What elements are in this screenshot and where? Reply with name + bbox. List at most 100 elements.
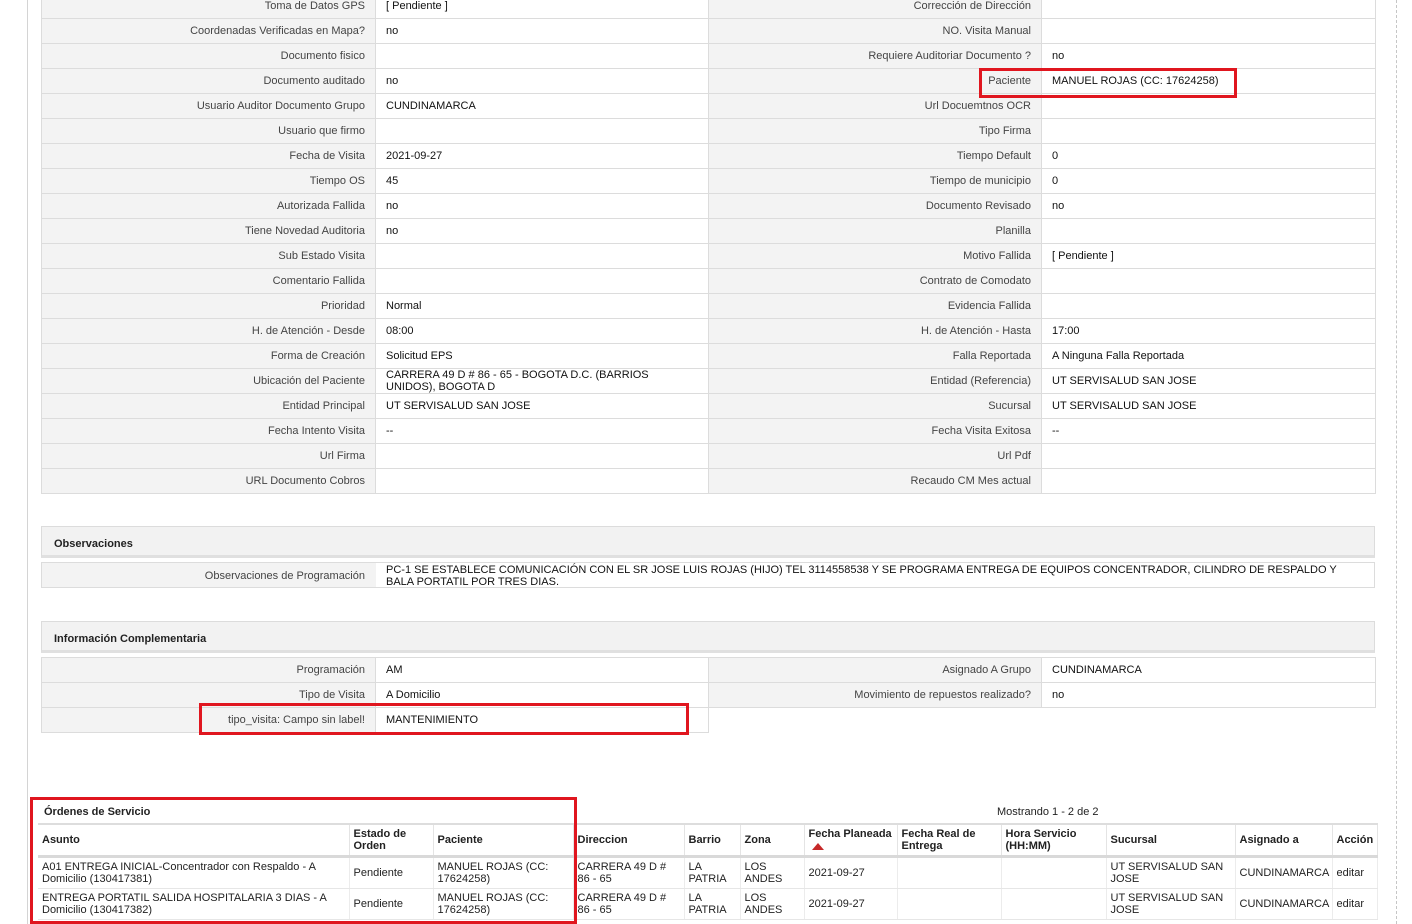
label-autorizada-fallida: Autorizada Fallida — [41, 193, 376, 219]
detail-row: Prioridad Normal Evidencia Fallida — [41, 293, 1376, 319]
detail-row: Autorizada Fallida no Documento Revisado no — [41, 193, 1376, 219]
cell-fecha-planeada: 2021-09-27 — [804, 856, 898, 889]
detail-row: Ubicación del Paciente CARRERA 49 D # 86 … — [41, 368, 1376, 394]
detail-row: Tiempo OS 45 Tiempo de municipio 0 — [41, 168, 1376, 194]
label-tiempo-default: Tiempo Default — [708, 143, 1042, 169]
edit-link[interactable]: editar — [1332, 888, 1378, 920]
column-header-label: Barrio — [688, 834, 721, 846]
cell-fecha-real-de-entrega — [897, 856, 1002, 889]
info-complementaria-header: Información Complementaria — [41, 621, 1375, 653]
detail-row: Fecha Intento Visita -- Fecha Visita Exito… — [41, 418, 1376, 444]
label-tiempo-os: Tiempo OS — [41, 168, 376, 194]
label-fecha-de-visita: Fecha de Visita — [41, 143, 376, 169]
label-sucursal: Sucursal — [708, 393, 1042, 419]
value-entidad-principal: UT SERVISALUD SAN JOSE — [375, 393, 709, 419]
detail-row: Sub Estado Visita Motivo Fallida[ Pendien… — [41, 243, 1376, 269]
value-movimiento-de-repuestos-realizado: no — [1041, 682, 1376, 708]
value-planilla — [1041, 218, 1376, 244]
column-header-asignado-a[interactable]: Asignado a — [1235, 823, 1333, 858]
value-h-de-atencion-desde: 08:00 — [375, 318, 709, 344]
detail-row: Entidad Principal UT SERVISALUD SAN JOSE S… — [41, 393, 1376, 419]
label-requiere-auditoriar-documento: Requiere Auditoriar Documento ? — [708, 43, 1042, 69]
label-toma-de-datos-gps: Toma de Datos GPS — [41, 0, 376, 19]
column-header-barrio[interactable]: Barrio — [684, 823, 741, 858]
sort-ascending-icon[interactable] — [811, 842, 824, 850]
label-correccion-de-direccion: Corrección de Dirección — [708, 0, 1042, 19]
label-entidad-referencia: Entidad (Referencia) — [708, 368, 1042, 394]
cell-fecha-planeada: 2021-09-27 — [804, 888, 898, 920]
value-tiempo-default: 0 — [1041, 143, 1376, 169]
value-fecha-visita-exitosa: -- — [1041, 418, 1376, 444]
value-url-pdf — [1041, 443, 1376, 469]
column-header-fecha-real-de-entrega[interactable]: Fecha Real de Entrega — [897, 823, 1002, 858]
column-header-label: Fecha Real de Entrega — [901, 828, 976, 852]
value-forma-de-creacion: Solicitud EPS — [375, 343, 709, 369]
label-fecha-intento-visita: Fecha Intento Visita — [41, 418, 376, 444]
value-motivo-fallida: [ Pendiente ] — [1041, 243, 1376, 269]
column-header-accion[interactable]: Acción — [1332, 823, 1378, 858]
value-autorizada-fallida: no — [375, 193, 709, 219]
label-documento-fisico: Documento fisico — [41, 43, 376, 69]
column-header-hora-servicio-hh-mm[interactable]: Hora Servicio (HH:MM) — [1001, 823, 1107, 858]
label-tiene-novedad-auditoria: Tiene Novedad Auditoria — [41, 218, 376, 244]
observaciones-row: Observaciones de Programación PC-1 SE ES… — [41, 562, 1375, 588]
value-url-firma — [375, 443, 709, 469]
column-header-direccion[interactable]: Direccion — [573, 823, 685, 858]
cell-fecha-real-de-entrega — [897, 888, 1002, 920]
label-movimiento-de-repuestos-realizado: Movimiento de repuestos realizado? — [708, 682, 1042, 708]
value-falla-reportada: A Ninguna Falla Reportada — [1041, 343, 1376, 369]
label-planilla: Planilla — [708, 218, 1042, 244]
label-fecha-visita-exitosa: Fecha Visita Exitosa — [708, 418, 1042, 444]
detail-row: Programación AM Asignado A Grupo CUNDINAMAR… — [41, 657, 1376, 683]
value-comentario-fallida — [375, 268, 709, 294]
value-tipo-firma — [1041, 118, 1376, 144]
right-dashed-line — [1396, 0, 1397, 924]
left-border-line — [27, 0, 28, 924]
value-contrato-de-comodato — [1041, 268, 1376, 294]
label-usuario-que-firmo: Usuario que firmo — [41, 118, 376, 144]
label-url-firma: Url Firma — [41, 443, 376, 469]
label-asignado-a-grupo: Asignado A Grupo — [708, 657, 1042, 683]
cell-hora-servicio-hh-mm — [1001, 856, 1107, 889]
cell-asignado-a: CUNDINAMARCA — [1235, 888, 1333, 920]
detail-row: Url Firma Url Pdf — [41, 443, 1376, 469]
label-documento-revisado: Documento Revisado — [708, 193, 1042, 219]
detail-row: Comentario Fallida Contrato de Comodato — [41, 268, 1376, 294]
value-fecha-de-visita: 2021-09-27 — [375, 143, 709, 169]
column-header-label: Hora Servicio (HH:MM) — [1005, 828, 1077, 852]
label-comentario-fallida: Comentario Fallida — [41, 268, 376, 294]
value-correccion-de-direccion — [1041, 0, 1376, 19]
label-url-documento-cobros: URL Documento Cobros — [41, 468, 376, 494]
label-documento-auditado: Documento auditado — [41, 68, 376, 94]
label-falla-reportada: Falla Reportada — [708, 343, 1042, 369]
detail-row: H. de Atención - Desde 08:00 H. de Atenció… — [41, 318, 1376, 344]
label-coordenadas-verificadas-en-mapa: Coordenadas Verificadas en Mapa? — [41, 18, 376, 44]
column-header-fecha-planeada[interactable]: Fecha Planeada — [804, 823, 898, 858]
label-evidencia-fallida: Evidencia Fallida — [708, 293, 1042, 319]
column-header-label: Asignado a — [1239, 834, 1299, 846]
paciente-highlight-box — [979, 68, 1237, 98]
cell-direccion: CARRERA 49 D # 86 - 65 — [573, 888, 685, 920]
value-sucursal: UT SERVISALUD SAN JOSE — [1041, 393, 1376, 419]
column-header-sucursal[interactable]: Sucursal — [1106, 823, 1236, 858]
column-header-label: Sucursal — [1110, 834, 1157, 846]
detail-row: URL Documento Cobros Recaudo CM Mes actua… — [41, 468, 1376, 494]
value-documento-revisado: no — [1041, 193, 1376, 219]
label-tiempo-de-municipio: Tiempo de municipio — [708, 168, 1042, 194]
ordenes-highlight-box — [30, 797, 577, 924]
value-prioridad: Normal — [375, 293, 709, 319]
column-header-zona[interactable]: Zona — [740, 823, 805, 858]
label-prioridad: Prioridad — [41, 293, 376, 319]
label-sub-estado-visita: Sub Estado Visita — [41, 243, 376, 269]
cell-zona: LOS ANDES — [740, 856, 805, 889]
label-h-de-atencion-desde: H. de Atención - Desde — [41, 318, 376, 344]
label-recaudo-cm-mes-actual: Recaudo CM Mes actual — [708, 468, 1042, 494]
value-url-documento-cobros — [375, 468, 709, 494]
value-toma-de-datos-gps: [ Pendiente ] — [375, 0, 709, 19]
label-forma-de-creacion: Forma de Creación — [41, 343, 376, 369]
edit-link[interactable]: editar — [1332, 856, 1378, 889]
pagination-summary: Mostrando 1 - 2 de 2 — [997, 806, 1099, 818]
value-h-de-atencion-hasta: 17:00 — [1041, 318, 1376, 344]
value-documento-auditado: no — [375, 68, 709, 94]
value-ubicacion-del-paciente: CARRERA 49 D # 86 - 65 - BOGOTA D.C. (BA… — [375, 368, 709, 394]
